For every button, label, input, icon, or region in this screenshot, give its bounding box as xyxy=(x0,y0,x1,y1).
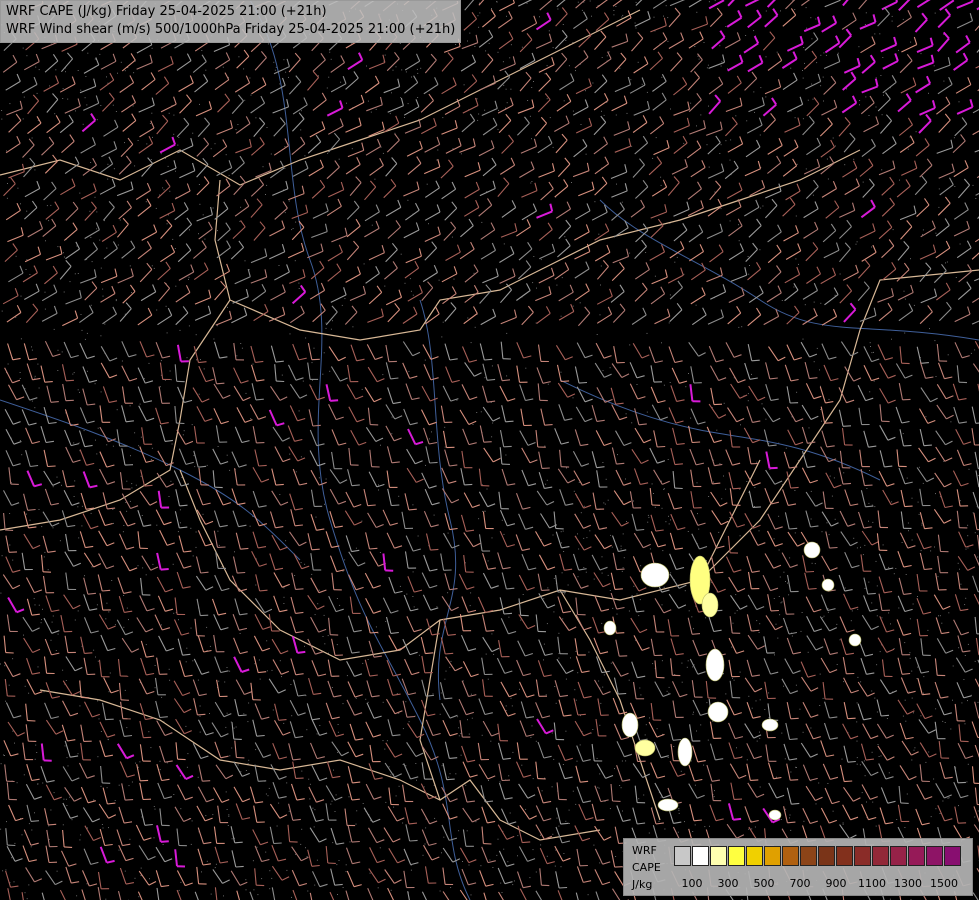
legend-tick: 700 xyxy=(789,877,811,890)
legend-swatch xyxy=(872,846,889,866)
legend-swatch xyxy=(710,846,727,866)
legend-tick-labels: 100 300 500 700 900 1100 1300 1500 xyxy=(674,877,964,891)
legend-swatch xyxy=(692,846,709,866)
cape-cell xyxy=(634,739,656,757)
legend-swatch xyxy=(674,846,691,866)
legend-tick: 900 xyxy=(825,877,847,890)
legend-swatch xyxy=(908,846,925,866)
cape-cell xyxy=(621,712,639,738)
cape-cell xyxy=(677,737,693,767)
legend-swatch xyxy=(944,846,961,866)
legend-swatch xyxy=(818,846,835,866)
legend-swatch xyxy=(926,846,943,866)
legend-tick: 100 xyxy=(681,877,703,890)
legend-swatch xyxy=(836,846,853,866)
weather-map xyxy=(0,0,979,900)
legend-swatch xyxy=(854,846,871,866)
legend-tick: 500 xyxy=(753,877,775,890)
legend-label-model: WRF xyxy=(632,844,657,857)
cape-cell xyxy=(848,633,862,647)
cape-cell xyxy=(761,718,779,732)
legend-swatch xyxy=(728,846,745,866)
legend-swatch xyxy=(746,846,763,866)
cape-title: WRF CAPE (J/kg) Friday 25-04-2025 21:00 … xyxy=(6,4,327,19)
wind-shear-title: WRF Wind shear (m/s) 500/1000hPa Friday … xyxy=(6,22,456,37)
cape-cell xyxy=(768,809,782,821)
legend-label-unit: J/kg xyxy=(632,878,653,891)
legend-swatch xyxy=(782,846,799,866)
legend-swatch xyxy=(764,846,781,866)
legend-color-scale xyxy=(674,846,962,866)
map-title-box: WRF CAPE (J/kg) Friday 25-04-2025 21:00 … xyxy=(0,0,462,43)
legend-label-variable: CAPE xyxy=(632,861,661,874)
cape-legend: WRF CAPE J/kg 100 300 500 700 900 1100 1300 150… xyxy=(623,838,973,896)
cape-cell xyxy=(821,578,835,592)
legend-swatch xyxy=(890,846,907,866)
cape-cell xyxy=(657,798,679,812)
legend-tick: 1300 xyxy=(894,877,922,890)
map-background xyxy=(0,0,979,900)
cape-cell xyxy=(603,620,617,636)
legend-tick: 1100 xyxy=(858,877,886,890)
cape-cell xyxy=(803,541,821,559)
cape-cell xyxy=(705,648,725,682)
legend-tick: 1500 xyxy=(930,877,958,890)
cape-cell xyxy=(640,562,670,588)
cape-cell xyxy=(701,592,719,618)
legend-tick: 300 xyxy=(717,877,739,890)
cape-cell xyxy=(707,701,729,723)
legend-swatch xyxy=(800,846,817,866)
